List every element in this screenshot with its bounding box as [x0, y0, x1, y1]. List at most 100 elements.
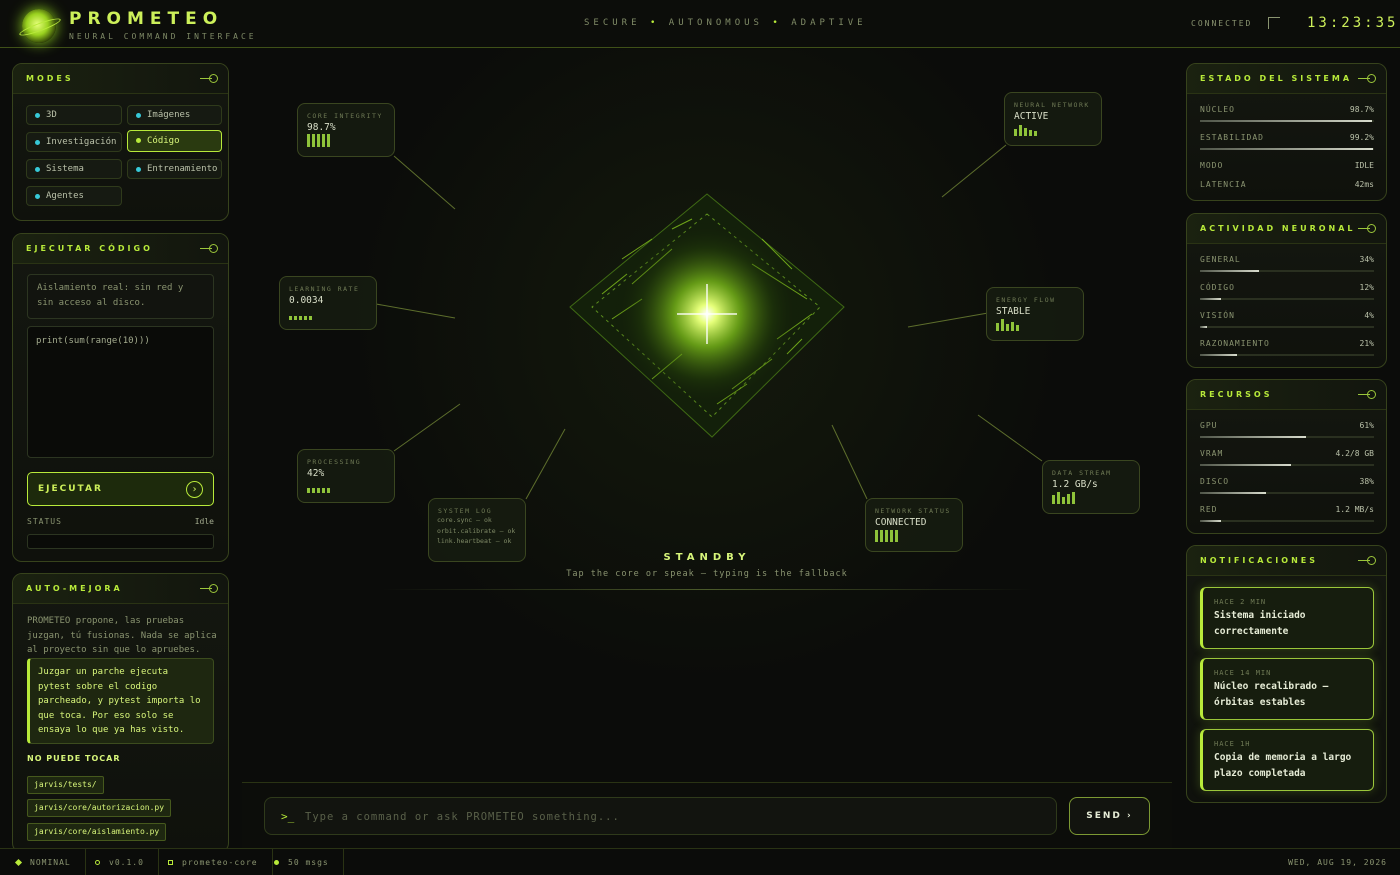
signal-bars-icon [996, 317, 1019, 331]
notification-item[interactable]: HACE 2 MIN Sistema iniciado correctament… [1200, 587, 1374, 649]
card-value: 42% [307, 468, 325, 479]
chevron-right-icon: › [1127, 811, 1133, 821]
stat-fill [1200, 120, 1372, 122]
card-value: 0.0034 [289, 295, 324, 306]
panel-link-icon[interactable] [1358, 223, 1376, 233]
panel-link-icon[interactable] [200, 243, 218, 253]
stat-label: CÓDIGO [1200, 283, 1235, 292]
stat-label: RED [1200, 505, 1218, 514]
card-label: NETWORK STATUS [875, 507, 951, 515]
app-title: PROMETEO [69, 9, 224, 29]
stat-fill [1200, 492, 1267, 494]
card-learning-rate: LEARNING RATE 0.0034 [279, 276, 377, 330]
status-bar: NOMINAL v0.1.0 prometeo-core 50 msgs WED… [0, 848, 1400, 875]
command-field[interactable]: >_ [264, 797, 1057, 835]
panel-link-icon[interactable] [200, 583, 218, 593]
stat-label: VRAM [1200, 449, 1224, 458]
log-line: orbit.calibrate — ok [437, 526, 516, 535]
stat-value: 61% [1359, 421, 1374, 430]
mode-investigacion[interactable]: Investigación [26, 132, 122, 152]
footer-version-text: v0.1.0 [109, 858, 144, 867]
execute-button-label: EJECUTAR [38, 484, 103, 494]
dot-icon: • [649, 18, 669, 28]
footer-msgs-text: 50 msgs [288, 858, 329, 867]
card-value: STABLE [996, 306, 1031, 317]
divider [382, 589, 1032, 590]
protected-path: jarvis/core/autorizacion.py [27, 799, 172, 817]
cannot-touch-heading: NO PUEDE TOCAR [27, 754, 121, 763]
stat-label: LATENCIA [1200, 180, 1247, 189]
status-label: STATUS [27, 517, 62, 526]
dot-icon: • [772, 18, 792, 28]
stat-fill [1200, 520, 1221, 522]
mode-entrenamiento[interactable]: Entrenamiento [127, 159, 222, 179]
mode-sistema[interactable]: Sistema [26, 159, 122, 179]
automejora-description: PROMETEO propone, las pruebas juzgan, tú… [27, 616, 217, 655]
send-label: SEND [1086, 811, 1122, 821]
command-input[interactable] [305, 807, 1045, 827]
execute-panel: EJECUTAR CÓDIGO Aislamiento real: sin re… [12, 233, 229, 562]
protected-path: jarvis/tests/ [27, 776, 104, 794]
mode-3d[interactable]: 3D [26, 105, 122, 125]
notification-item[interactable]: HACE 14 MIN Núcleo recalibrado — órbitas… [1200, 658, 1374, 720]
stat-value: 4.2/8 GB [1335, 449, 1374, 458]
hexagon-icon [95, 860, 100, 865]
fullscreen-icon[interactable] [1268, 17, 1280, 29]
footer-version: v0.1.0 [79, 849, 159, 875]
neural-core-icon[interactable] [562, 189, 852, 439]
stat-track [1200, 436, 1374, 438]
card-label: CORE INTEGRITY [307, 112, 383, 120]
tagline-autonomous: AUTONOMOUS [668, 18, 763, 28]
system-state-panel: ESTADO DEL SISTEMA NÚCLEO 98.7% ESTABILI… [1186, 63, 1387, 201]
tagline-adaptive: ADAPTIVE [791, 18, 867, 28]
stat-value: 38% [1359, 477, 1374, 486]
footer-instance-text: prometeo-core [182, 858, 258, 867]
resources-panel: RECURSOS GPU 61% VRAM 4.2/8 GB DISCO 38%… [1186, 379, 1387, 534]
card-value: CONNECTED [875, 517, 927, 528]
stat-fill [1200, 436, 1307, 438]
neural-activity-panel: ACTIVIDAD NEURONAL GENERAL 34% CÓDIGO 12… [1186, 213, 1387, 368]
signal-bars-icon [1052, 490, 1075, 504]
diamond-icon [14, 858, 23, 867]
notification-message: Copia de memoria a largo plazo completad… [1214, 752, 1352, 779]
card-network-status: NETWORK STATUS CONNECTED [865, 498, 963, 552]
square-icon [168, 860, 173, 865]
mode-codigo[interactable]: Código [127, 130, 222, 152]
panel-link-icon[interactable] [1358, 389, 1376, 399]
card-neural-network: NEURAL NETWORK ACTIVE [1004, 92, 1102, 146]
card-label: SYSTEM LOG [438, 507, 493, 515]
stat-value: 4% [1364, 311, 1374, 320]
header: PROMETEO NEURAL COMMAND INTERFACE SECURE… [0, 0, 1400, 48]
core-stage: CORE INTEGRITY 98.7% NEURAL NETWORK ACTI… [242, 49, 1172, 781]
notifications-panel: NOTIFICACIONES HACE 2 MIN Sistema inicia… [1186, 545, 1387, 803]
notification-item[interactable]: HACE 1H Copia de memoria a largo plazo c… [1200, 729, 1374, 791]
stat-fill [1200, 148, 1373, 150]
log-line: core.sync — ok [437, 516, 492, 524]
signal-bars-icon [875, 528, 898, 542]
card-energy-flow: ENERGY FLOW STABLE [986, 287, 1084, 341]
signal-bars-icon [307, 479, 330, 493]
stat-fill [1200, 326, 1207, 328]
card-core-integrity: CORE INTEGRITY 98.7% [297, 103, 395, 157]
connection-status: CONNECTED [1191, 19, 1253, 28]
stat-value: 21% [1359, 339, 1374, 348]
panel-link-icon[interactable] [200, 73, 218, 83]
execute-button[interactable]: EJECUTAR › [27, 472, 214, 506]
modes-panel: MODES 3D Imágenes Investigación Código S… [12, 63, 229, 221]
stat-label: GENERAL [1200, 255, 1241, 264]
command-bar: >_ SEND › [242, 782, 1172, 848]
message-dot-icon [274, 860, 279, 865]
code-editor[interactable]: print(sum(range(10))) [27, 326, 214, 458]
stat-label: RAZONAMIENTO [1200, 339, 1270, 348]
panel-link-icon[interactable] [1358, 73, 1376, 83]
panel-title: AUTO-MEJORA [26, 584, 123, 593]
mode-imagenes[interactable]: Imágenes [127, 105, 222, 125]
panel-title: MODES [26, 74, 74, 83]
protected-path: jarvis/core/aislamiento.py [27, 823, 167, 841]
mode-agentes[interactable]: Agentes [26, 186, 122, 206]
signal-bars-icon [307, 133, 330, 147]
send-button[interactable]: SEND › [1069, 797, 1150, 835]
card-value: ACTIVE [1014, 111, 1049, 122]
panel-link-icon[interactable] [1358, 555, 1376, 565]
core-state: STANDBY [663, 552, 751, 563]
